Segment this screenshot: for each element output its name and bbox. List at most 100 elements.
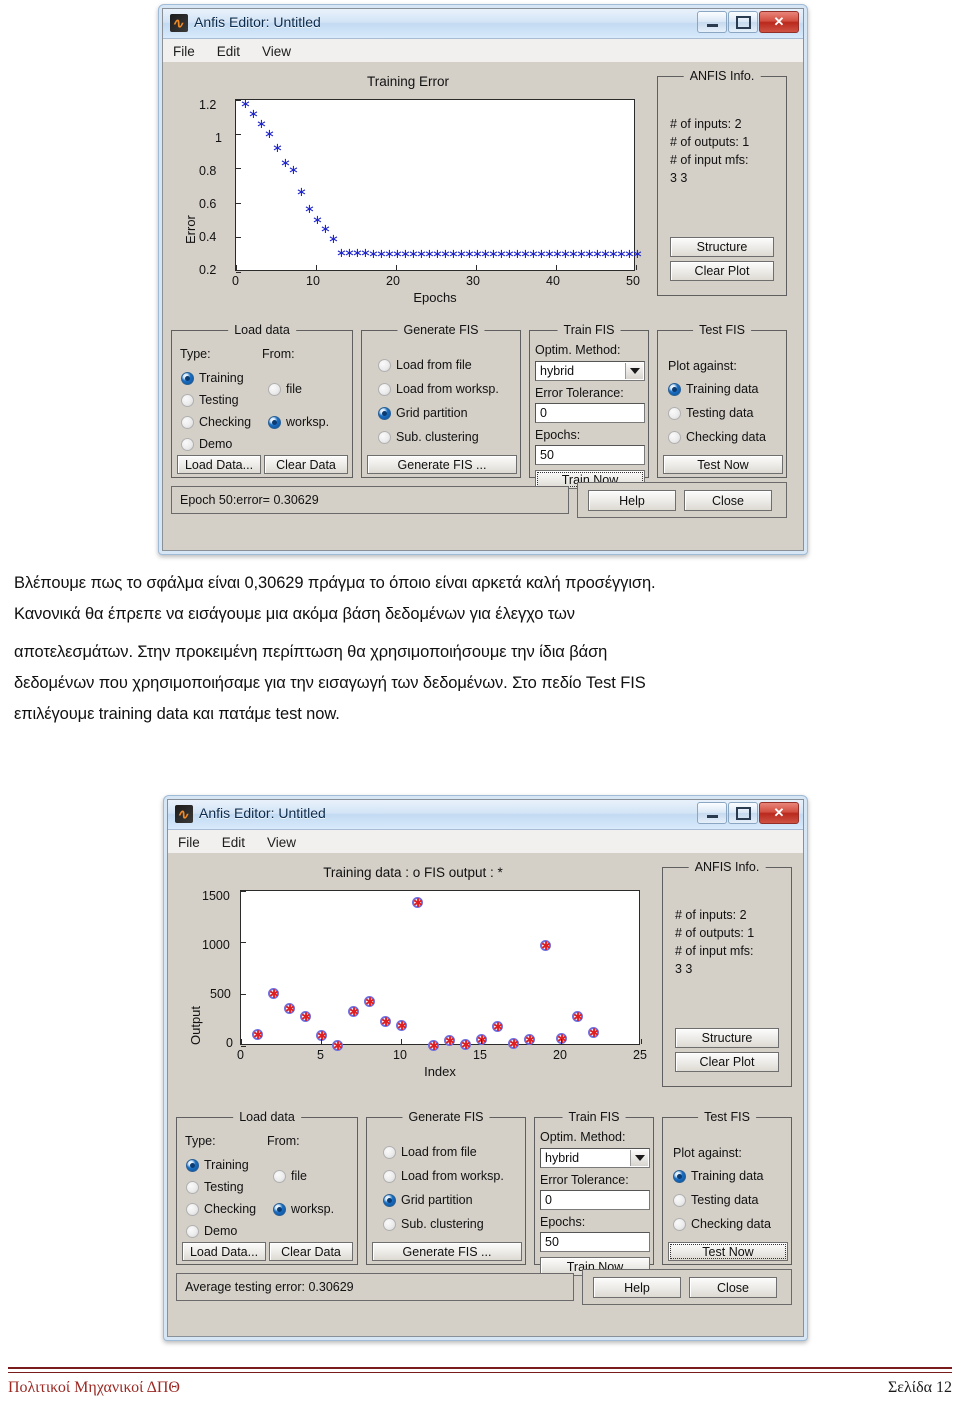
- minimize-button[interactable]: [697, 802, 727, 824]
- clear-plot-button[interactable]: Clear Plot: [675, 1052, 779, 1072]
- radio-type-demo[interactable]: [181, 438, 194, 451]
- radio-type-training[interactable]: [181, 372, 194, 385]
- radio-grid-partition[interactable]: [378, 407, 391, 420]
- help-button[interactable]: Help: [588, 490, 676, 511]
- x-tick-mark: [475, 265, 477, 270]
- anfis-editor-window-2[interactable]: ∿ Anfis Editor: Untitled ✕ File Edit Vie…: [163, 795, 808, 1341]
- radio-load-from-file[interactable]: [378, 359, 391, 372]
- test-fis-group: Test FIS Plot against: Training data Tes…: [657, 323, 787, 478]
- radio-plot-training-data[interactable]: [668, 383, 681, 396]
- radio-plot-testing-data[interactable]: [673, 1194, 686, 1207]
- epochs-input[interactable]: 50: [535, 445, 645, 465]
- label-from-file: file: [286, 382, 302, 396]
- anfis-editor-window-1[interactable]: ∿ Anfis Editor: Untitled ✕ File Edit Vie…: [158, 4, 808, 555]
- x-tick-50: 50: [626, 274, 640, 288]
- anfis-info-group: ANFIS Info. # of inputs: 2 # of outputs:…: [657, 69, 787, 296]
- menu-edit[interactable]: Edit: [222, 835, 245, 850]
- load-data-button[interactable]: Load Data...: [182, 1242, 266, 1261]
- label-type-demo: Demo: [204, 1224, 238, 1238]
- maximize-button[interactable]: [728, 802, 758, 824]
- radio-grid-partition[interactable]: [383, 1194, 396, 1207]
- radio-sub-clustering[interactable]: [378, 431, 391, 444]
- label-plot-training-data: Training data: [686, 382, 759, 396]
- close-button[interactable]: ✕: [759, 802, 799, 824]
- menu-file[interactable]: File: [178, 835, 200, 850]
- footer-rule-bottom: [8, 1372, 952, 1373]
- clear-data-button[interactable]: Clear Data: [269, 1242, 353, 1261]
- generate-fis-button[interactable]: Generate FIS ...: [367, 455, 517, 474]
- radio-type-checking[interactable]: [181, 416, 194, 429]
- test-now-button[interactable]: Test Now: [663, 455, 783, 474]
- radio-load-from-worksp[interactable]: [378, 383, 391, 396]
- help-button[interactable]: Help: [593, 1277, 681, 1298]
- paragraph-line-5: επιλέγουμε training data και πατάμε test…: [14, 705, 340, 723]
- radio-from-worksp[interactable]: [273, 1203, 286, 1216]
- radio-from-file[interactable]: [273, 1170, 286, 1183]
- load-data-group: Load data Type: From: Training Testing C…: [176, 1110, 358, 1265]
- label-plot-checking-data: Checking data: [686, 430, 766, 444]
- radio-load-from-worksp[interactable]: [383, 1170, 396, 1183]
- label-load-from-worksp: Load from worksp.: [401, 1169, 504, 1183]
- optim-method-combo[interactable]: hybrid: [540, 1148, 650, 1168]
- plot-against-label: Plot against:: [673, 1146, 742, 1160]
- error-tolerance-input[interactable]: 0: [535, 403, 645, 423]
- error-tolerance-label: Error Tolerance:: [535, 386, 624, 400]
- clear-data-button[interactable]: Clear Data: [264, 455, 348, 474]
- train-fis-group: Train FIS Optim. Method: hybrid Error To…: [529, 323, 649, 489]
- close-dialog-button[interactable]: Close: [684, 490, 772, 511]
- test-now-button[interactable]: Test Now: [668, 1242, 788, 1261]
- radio-type-checking[interactable]: [186, 1203, 199, 1216]
- close-button[interactable]: ✕: [759, 11, 799, 33]
- radio-type-demo[interactable]: [186, 1225, 199, 1238]
- radio-type-testing[interactable]: [186, 1181, 199, 1194]
- anfis-inputs-count: # of inputs: 2: [675, 908, 747, 922]
- menu-view[interactable]: View: [267, 835, 296, 850]
- minimize-button[interactable]: [697, 11, 727, 33]
- train-fis-group: Train FIS Optim. Method: hybrid Error To…: [534, 1110, 654, 1276]
- title-bar[interactable]: ∿ Anfis Editor: Untitled ✕: [163, 9, 803, 39]
- radio-type-testing[interactable]: [181, 394, 194, 407]
- optim-method-combo[interactable]: hybrid: [535, 361, 645, 381]
- radio-load-from-file[interactable]: [383, 1146, 396, 1159]
- structure-button[interactable]: Structure: [675, 1028, 779, 1048]
- radio-from-file[interactable]: [268, 383, 281, 396]
- label-sub-clustering: Sub. clustering: [401, 1217, 484, 1231]
- title-bar[interactable]: ∿ Anfis Editor: Untitled ✕: [168, 800, 803, 830]
- clear-plot-button[interactable]: Clear Plot: [670, 261, 774, 281]
- radio-plot-checking-data[interactable]: [668, 431, 681, 444]
- y-axis-label: Output: [188, 1005, 203, 1045]
- dialog-button-panel: Help Close: [582, 1269, 792, 1305]
- radio-plot-checking-data[interactable]: [673, 1218, 686, 1231]
- label-type-checking: Checking: [204, 1202, 257, 1216]
- matlab-icon: ∿: [170, 14, 188, 32]
- y-axis-label: Error: [183, 215, 198, 244]
- menu-edit[interactable]: Edit: [217, 44, 240, 59]
- radio-plot-training-data[interactable]: [673, 1170, 686, 1183]
- y-tick-500: 500: [210, 987, 231, 1001]
- x-tick-15: 15: [473, 1048, 487, 1062]
- close-dialog-button[interactable]: Close: [689, 1277, 777, 1298]
- radio-type-training[interactable]: [186, 1159, 199, 1172]
- structure-button[interactable]: Structure: [670, 237, 774, 257]
- label-from-file: file: [291, 1169, 307, 1183]
- menu-file[interactable]: File: [173, 44, 195, 59]
- generate-fis-button[interactable]: Generate FIS ...: [372, 1242, 522, 1261]
- x-axis-label: Index: [424, 1064, 456, 1079]
- status-bar: Average testing error: 0.30629: [176, 1273, 574, 1301]
- x-tick-10: 10: [306, 274, 320, 288]
- label-grid-partition: Grid partition: [401, 1193, 473, 1207]
- plot-title: Training Error: [366, 74, 450, 89]
- load-data-button[interactable]: Load Data...: [177, 455, 261, 474]
- chevron-down-icon[interactable]: [630, 1150, 648, 1166]
- x-tick-mark: [560, 1039, 562, 1044]
- maximize-button[interactable]: [728, 11, 758, 33]
- menu-view[interactable]: View: [262, 44, 291, 59]
- x-tick-mark: [235, 265, 237, 270]
- error-tolerance-input[interactable]: 0: [540, 1190, 650, 1210]
- chevron-down-icon[interactable]: [625, 363, 643, 379]
- fis-output-point: ✱: [253, 1028, 264, 1043]
- radio-from-worksp[interactable]: [268, 416, 281, 429]
- epochs-input[interactable]: 50: [540, 1232, 650, 1252]
- radio-plot-testing-data[interactable]: [668, 407, 681, 420]
- radio-sub-clustering[interactable]: [383, 1218, 396, 1231]
